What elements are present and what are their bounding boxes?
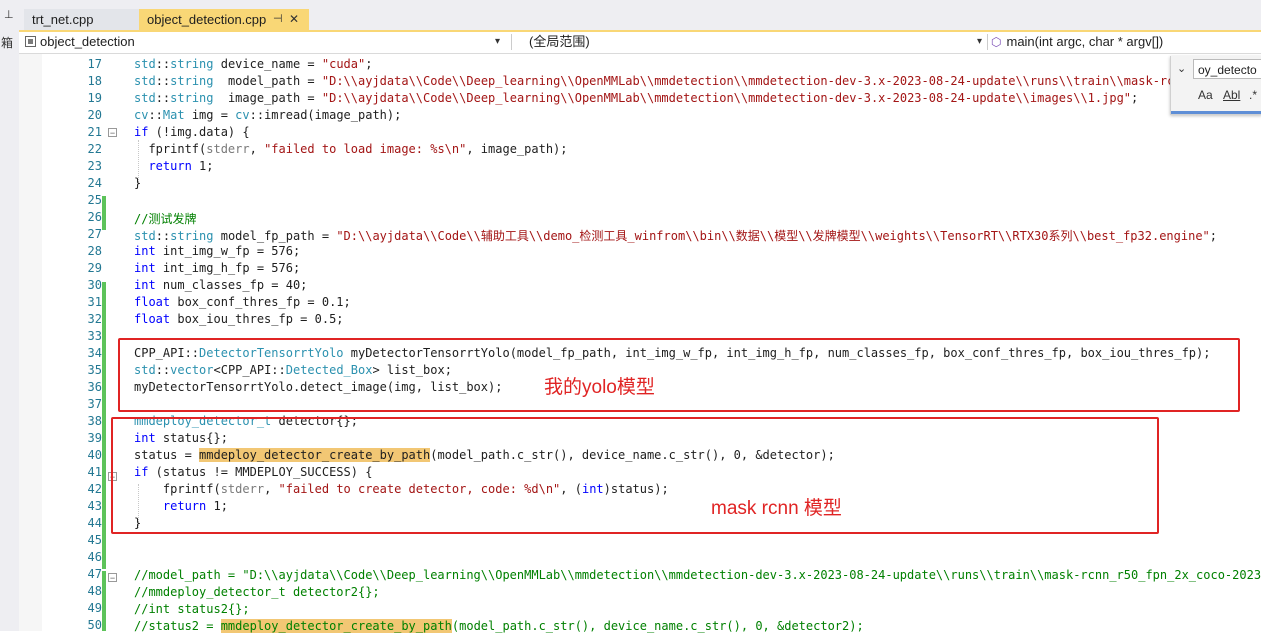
document-tab-bar: trt_net.cpp object_detection.cpp ⊣ ✕ — [19, 0, 1261, 31]
line-number: 43 — [87, 499, 102, 513]
pin-tab-icon[interactable]: ⊣ — [273, 9, 283, 30]
line-number: 50 — [87, 618, 102, 632]
line-number: 19 — [87, 91, 102, 105]
regex-toggle[interactable]: .* — [1249, 88, 1257, 102]
line-number: 27 — [87, 227, 102, 241]
change-marker — [102, 571, 106, 631]
editor-margin — [19, 54, 42, 631]
match-case-toggle[interactable]: Aa — [1198, 88, 1213, 102]
line-number: 25 — [87, 193, 102, 207]
collapse-toggle[interactable]: − — [108, 128, 117, 138]
code-line: //int status2{}; — [134, 602, 250, 616]
member-dropdown[interactable]: ⬡ main(int argc, char * argv[]) — [991, 32, 1261, 52]
code-line: } — [134, 176, 142, 190]
annotation-label-mask-rcnn: mask rcnn 模型 — [711, 498, 842, 519]
line-number: 31 — [87, 295, 102, 309]
annotation-box-yolo — [118, 338, 1240, 412]
line-number: 36 — [87, 380, 102, 394]
line-number: 29 — [87, 261, 102, 275]
line-number: 35 — [87, 363, 102, 377]
line-number: 40 — [87, 448, 102, 462]
line-number: 26 — [87, 210, 102, 224]
line-number: 28 — [87, 244, 102, 258]
whole-word-toggle[interactable]: Abl — [1223, 88, 1240, 102]
find-widget: ⌄ oy_detecto Aa Abl .* — [1170, 56, 1261, 115]
code-line: cv::Mat img = cv::imread(image_path); — [134, 108, 402, 122]
change-marker — [102, 196, 106, 230]
method-cube-icon: ⬡ — [991, 35, 1002, 49]
find-scroll-indicator — [1171, 111, 1261, 114]
line-number: 22 — [87, 142, 102, 156]
code-line: std::string device_name = "cuda"; — [134, 57, 373, 71]
line-number: 44 — [87, 516, 102, 530]
line-number: 37 — [87, 397, 102, 411]
code-line: std::string model_path = "D:\\ayjdata\\C… — [134, 74, 1218, 88]
line-number: 47 — [87, 567, 102, 581]
chevron-down-icon[interactable]: ⌄ — [1177, 62, 1186, 75]
line-number: 39 — [87, 431, 102, 445]
code-line: //mmdeploy_detector_t detector2{}; — [134, 585, 380, 599]
line-number: 21 — [87, 125, 102, 139]
line-number: 33 — [87, 329, 102, 343]
line-number: 42 — [87, 482, 102, 496]
line-number: 30 — [87, 278, 102, 292]
tab-object-detection-cpp[interactable]: object_detection.cpp ⊣ ✕ — [139, 9, 309, 30]
line-number: 46 — [87, 550, 102, 564]
line-number: 45 — [87, 533, 102, 547]
left-tool-strip: ⊥ 箱 — [0, 0, 20, 631]
code-line: std::string model_fp_path = "D:\\ayjdata… — [134, 229, 1218, 243]
tab-label: trt_net.cpp — [32, 12, 94, 27]
code-line: int int_img_h_fp = 576; — [134, 261, 301, 275]
close-tab-icon[interactable]: ✕ — [289, 9, 299, 30]
chevron-down-icon[interactable]: ▾ — [977, 32, 982, 52]
line-number: 23 — [87, 159, 102, 173]
change-marker — [102, 282, 106, 569]
code-editor[interactable]: − − − 17 18 19 20 21 22 23 24 25 26 27 28 29 30 31 32 33… — [19, 54, 1261, 633]
line-number: 48 — [87, 584, 102, 598]
line-number: 18 — [87, 74, 102, 88]
code-line: if (!img.data) { — [134, 125, 250, 139]
chevron-down-icon[interactable]: ▾ — [495, 32, 500, 52]
line-number: 20 — [87, 108, 102, 122]
collapse-toggle[interactable]: − — [108, 573, 117, 583]
project-dropdown[interactable]: object_detection ▾ — [25, 32, 505, 52]
code-line: float box_iou_thres_fp = 0.5; — [134, 312, 344, 326]
code-line: std::string image_path = "D:\\ayjdata\\C… — [134, 91, 1139, 105]
line-number: 32 — [87, 312, 102, 326]
divider — [987, 34, 988, 50]
code-line: return 1; — [148, 159, 214, 173]
code-line: int int_img_w_fp = 576; — [134, 244, 301, 258]
tab-trt-net-cpp[interactable]: trt_net.cpp — [24, 9, 139, 30]
code-line: float box_conf_thres_fp = 0.1; — [134, 295, 351, 309]
code-line: int num_classes_fp = 40; — [134, 278, 308, 292]
line-number: 34 — [87, 346, 102, 360]
line-number: 38 — [87, 414, 102, 428]
line-number: 17 — [87, 57, 102, 71]
member-label: main(int argc, char * argv[]) — [1006, 34, 1164, 49]
project-icon — [25, 36, 36, 47]
annotation-box-mask-rcnn — [111, 417, 1159, 534]
navigation-bar: object_detection ▾ (全局范围) ▾ ⬡ main(int ar… — [19, 32, 1261, 54]
find-input[interactable]: oy_detecto — [1193, 59, 1261, 79]
line-number: 49 — [87, 601, 102, 615]
annotation-label-yolo: 我的yolo模型 — [544, 377, 655, 398]
toolbox-tab[interactable]: 箱 — [1, 34, 13, 51]
code-line: fprintf(stderr, "failed to load image: %… — [134, 142, 568, 156]
divider — [511, 34, 512, 50]
pin-icon[interactable]: ⊥ — [4, 8, 14, 21]
line-number: 41 — [87, 465, 102, 479]
code-line: //测试发牌 — [134, 212, 197, 226]
scope-label: (全局范围) — [529, 34, 590, 49]
tab-label: object_detection.cpp — [147, 12, 267, 27]
code-line: //model_path = "D:\\ayjdata\\Code\\Deep_… — [134, 568, 1261, 582]
line-number: 24 — [87, 176, 102, 190]
scope-dropdown[interactable]: (全局范围) ▾ — [519, 32, 989, 52]
project-name: object_detection — [40, 34, 135, 49]
